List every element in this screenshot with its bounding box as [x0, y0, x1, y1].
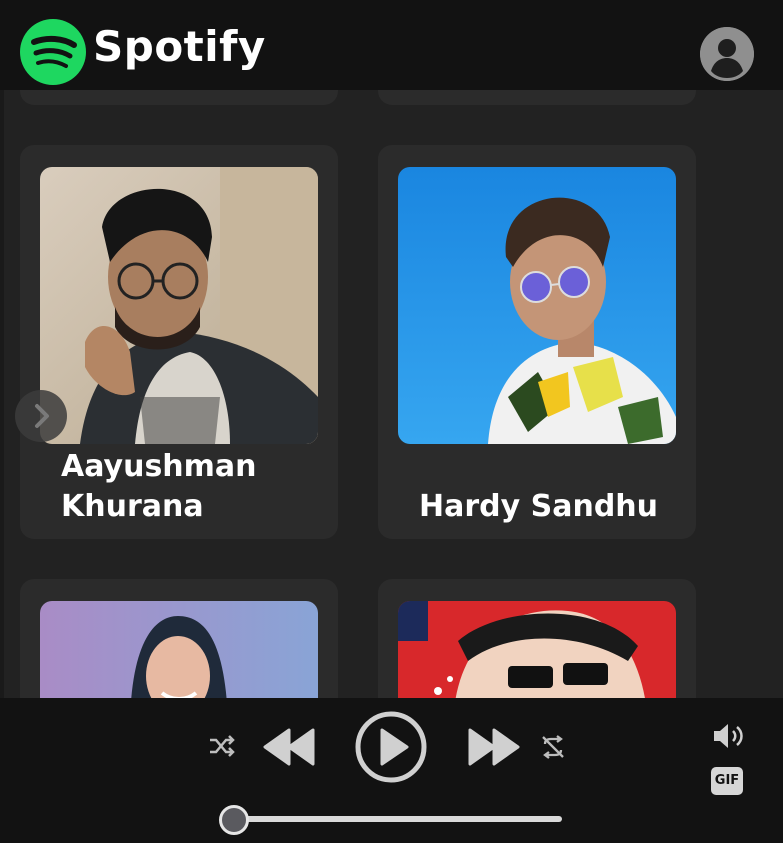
top-navbar: Spotify [0, 0, 783, 90]
brand-title: Spotify [93, 22, 266, 71]
artist-name: Hardy Sandhu [419, 489, 659, 524]
user-circle-icon[interactable] [700, 27, 754, 81]
artist-photo [40, 167, 318, 444]
volume-icon[interactable] [712, 722, 746, 750]
content-edge [0, 90, 4, 698]
scroll-right-button[interactable] [15, 390, 67, 442]
seek-bar[interactable] [234, 816, 562, 822]
player-bar: GIF [0, 698, 783, 843]
repeat-off-icon[interactable] [540, 735, 566, 759]
artist-card-hardy-sandhu[interactable]: Hardy Sandhu [378, 145, 696, 539]
seek-handle[interactable] [219, 805, 249, 835]
next-icon[interactable] [468, 728, 520, 766]
artist-photo [398, 167, 676, 444]
artist-card-aayushman-khurana[interactable]: Aayushman Khurana [20, 145, 338, 539]
artist-name: Aayushman Khurana [61, 449, 257, 524]
gif-button[interactable]: GIF [711, 767, 743, 795]
chevron-right-icon [35, 404, 49, 428]
previous-icon[interactable] [263, 728, 315, 766]
spotify-logo-icon[interactable] [20, 19, 86, 85]
play-icon[interactable] [354, 710, 428, 784]
shuffle-icon[interactable] [208, 734, 236, 758]
